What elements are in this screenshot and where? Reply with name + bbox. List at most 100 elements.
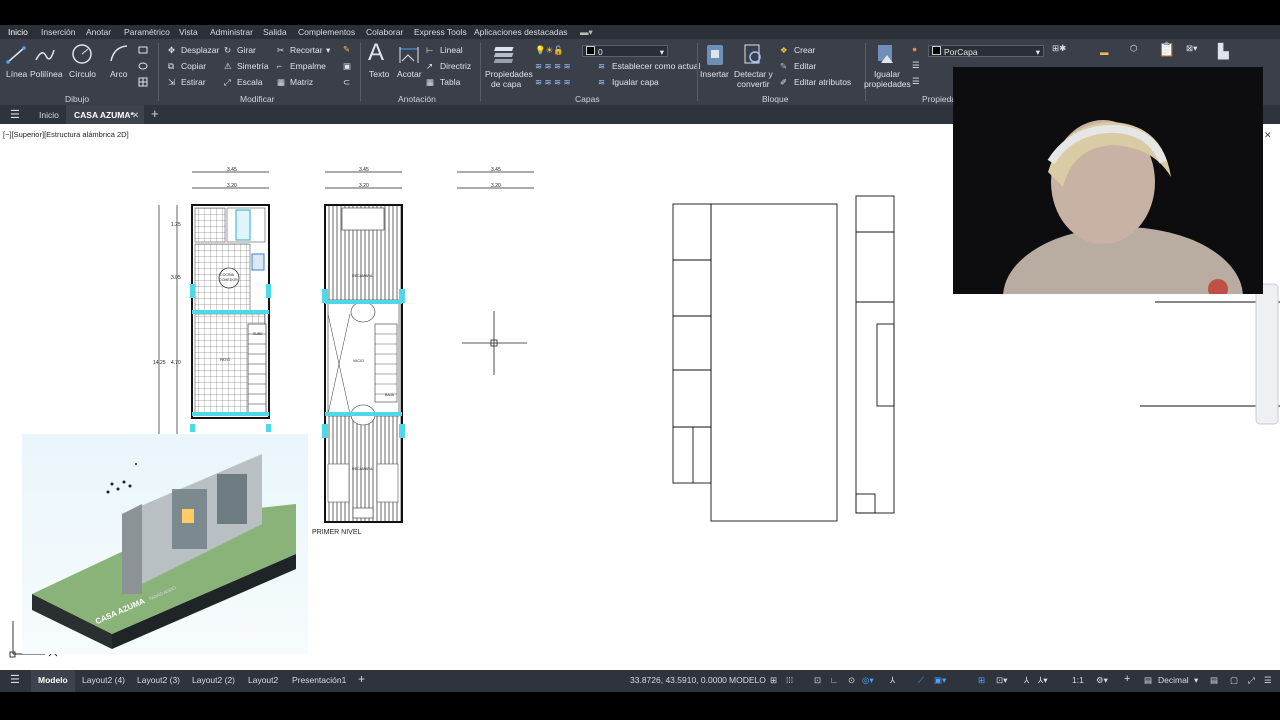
array-button[interactable]: Matriz (290, 77, 313, 87)
tab-aplicaciones-destacadas[interactable]: Aplicaciones destacadas (474, 25, 568, 39)
move-button[interactable]: Desplazar (181, 45, 219, 55)
table-button[interactable]: Tabla (440, 77, 460, 87)
ribbon-toggle-icon[interactable]: ▬▾ (580, 25, 593, 39)
transparency-icon[interactable]: ▣▾ (934, 675, 946, 686)
cursor-coordinates[interactable]: 33.8726, 43.5910, 0.0000 (630, 675, 727, 685)
layout-tab-active[interactable]: Modelo (31, 670, 75, 692)
add-layout-icon[interactable]: + (358, 672, 365, 686)
match-properties-button[interactable]: Igualar (874, 69, 900, 79)
layer-tools-icon[interactable]: ≋ ≋ ≋ ≋ (535, 61, 571, 72)
offset-icon[interactable]: ⊂ (343, 77, 350, 88)
tab-salida[interactable]: Salida (263, 25, 287, 39)
hatch-icon[interactable] (138, 61, 148, 71)
measure-icon[interactable]: ▬ (1100, 47, 1109, 57)
grid-icon[interactable]: ⊞ (770, 675, 777, 686)
create-block-button[interactable]: Crear (794, 45, 815, 55)
view-icon[interactable]: ⊠▾ (1186, 43, 1197, 54)
edit-attributes-button[interactable]: Editar atributos (794, 77, 851, 87)
plus-icon[interactable]: + (1124, 673, 1130, 685)
tab-vista[interactable]: Vista (179, 25, 198, 39)
rotate-button[interactable]: Girar (237, 45, 256, 55)
tab-administrar[interactable]: Administrar (210, 25, 253, 39)
tab-parametrico[interactable]: Paramétrico (124, 25, 170, 39)
polar-icon[interactable]: ⊙ (848, 675, 855, 686)
detect-convert-button[interactable]: Detectar y (734, 69, 773, 79)
ortho-icon[interactable]: ∟ (830, 675, 838, 685)
tab-colaborar[interactable]: Colaborar (366, 25, 403, 39)
set-current-button[interactable]: Establecer como actual (612, 61, 700, 71)
isolate-icon[interactable]: ▢ (1230, 675, 1238, 686)
color-dropdown[interactable]: PorCapa ▾ (928, 45, 1044, 57)
osnap-icon[interactable]: ◎▾ (862, 675, 874, 686)
file-tab-start[interactable]: Inicio (39, 110, 59, 120)
tab-insercion[interactable]: Inserción (41, 25, 76, 39)
file-tab-active[interactable]: CASA AZUMA* ✕ (66, 105, 144, 124)
arc-button[interactable]: Arco (110, 69, 127, 79)
rectangle-icon[interactable] (138, 45, 148, 55)
circle-button[interactable]: Círculo (69, 69, 96, 79)
match-layer-button[interactable]: Igualar capa (612, 77, 659, 87)
text-button[interactable]: Texto (369, 69, 389, 79)
gear-icon[interactable]: ⚙▾ (1096, 675, 1108, 686)
infer-icon[interactable]: ⊡ (814, 675, 821, 686)
group-icon[interactable]: ⬡ (1130, 43, 1137, 54)
annotation-panel-title[interactable]: Anotación (398, 94, 436, 104)
selection-cycling-icon[interactable]: ⊞ (978, 675, 985, 686)
leader-button[interactable]: Directriz (440, 61, 471, 71)
model-space-toggle[interactable]: MODELO (729, 675, 766, 685)
lineweight-toggle-icon[interactable]: ⟋ (918, 675, 924, 686)
layers-panel-title[interactable]: Capas (575, 94, 600, 104)
grid-icon[interactable] (138, 77, 148, 87)
tab-express-tools[interactable]: Express Tools (414, 25, 467, 39)
draw-panel-title[interactable]: Dibujo (65, 94, 89, 104)
clipboard-icon[interactable]: 📋 (1158, 41, 1175, 58)
layout-tab[interactable]: Presentación1 (292, 675, 346, 685)
chevron-down-icon[interactable]: ▾ (326, 45, 330, 56)
units-icon[interactable]: ▤ (1144, 675, 1152, 686)
snap-icon[interactable]: ⁞⁞⁞ (786, 675, 793, 685)
linear-button[interactable]: Lineal (440, 45, 463, 55)
layer-dropdown[interactable]: 0 ▾ (582, 45, 668, 57)
modify-panel-title[interactable]: Modificar (240, 94, 274, 104)
3d-osnap-icon[interactable]: ⊡▾ (996, 675, 1007, 686)
quick-props-icon[interactable]: ▤ (1210, 675, 1218, 686)
fillet-button[interactable]: Empalme (290, 61, 326, 71)
block-panel-title[interactable]: Bloque (762, 94, 788, 104)
customize-icon[interactable]: ☰ (1264, 675, 1272, 686)
menu-icon[interactable]: ☰ (10, 108, 20, 121)
close-icon[interactable]: ✕ (132, 110, 139, 121)
annotation-visibility-icon[interactable]: ⅄ (1024, 675, 1029, 686)
color-wheel-icon: ● (912, 44, 918, 54)
fullscreen-icon[interactable]: ⤢ (1248, 675, 1255, 686)
otrack-icon[interactable]: ⅄ (890, 675, 895, 686)
layer-on-icon[interactable]: 💡☀🔓 (535, 45, 564, 56)
mirror-button[interactable]: Simetría (237, 61, 269, 71)
tab-complementos[interactable]: Complementos (298, 25, 355, 39)
polyline-button[interactable]: Polilínea (30, 69, 63, 79)
new-tab-icon[interactable]: + (151, 106, 159, 121)
layer-properties-button[interactable]: Propiedades (485, 69, 533, 79)
list-icon[interactable]: ⊞✱ (1052, 43, 1066, 54)
scale-button[interactable]: Escala (237, 77, 263, 87)
base-icon[interactable]: ▙ (1218, 43, 1229, 60)
trim-button[interactable]: Recortar (290, 45, 323, 55)
layout-tab[interactable]: Layout2 (3) (137, 675, 180, 685)
menu-icon[interactable]: ☰ (10, 673, 20, 686)
dimension-button[interactable]: Acotar (397, 69, 422, 79)
chevron-down-icon[interactable]: ▾ (1194, 675, 1198, 686)
edit-block-button[interactable]: Editar (794, 61, 816, 71)
units-dropdown[interactable]: Decimal (1158, 675, 1189, 685)
explode-icon[interactable]: ▣ (343, 61, 351, 72)
autoscale-icon[interactable]: ⅄▾ (1038, 675, 1047, 686)
copy-button[interactable]: Copiar (181, 61, 206, 71)
layout-tab[interactable]: Layout2 (4) (82, 675, 125, 685)
line-button[interactable]: Línea (6, 69, 27, 79)
insert-button[interactable]: Insertar (700, 69, 729, 79)
stretch-button[interactable]: Estirar (181, 77, 206, 87)
layer-tools2-icon[interactable]: ≋ ≋ ≋ ≋ (535, 77, 571, 88)
tab-anotar[interactable]: Anotar (86, 25, 111, 39)
pencil-icon[interactable]: ✎ (343, 44, 350, 55)
annotation-scale[interactable]: 1:1 (1072, 675, 1084, 685)
layout-tab[interactable]: Layout2 (2) (192, 675, 235, 685)
layout-tab[interactable]: Layout2 (248, 675, 278, 685)
